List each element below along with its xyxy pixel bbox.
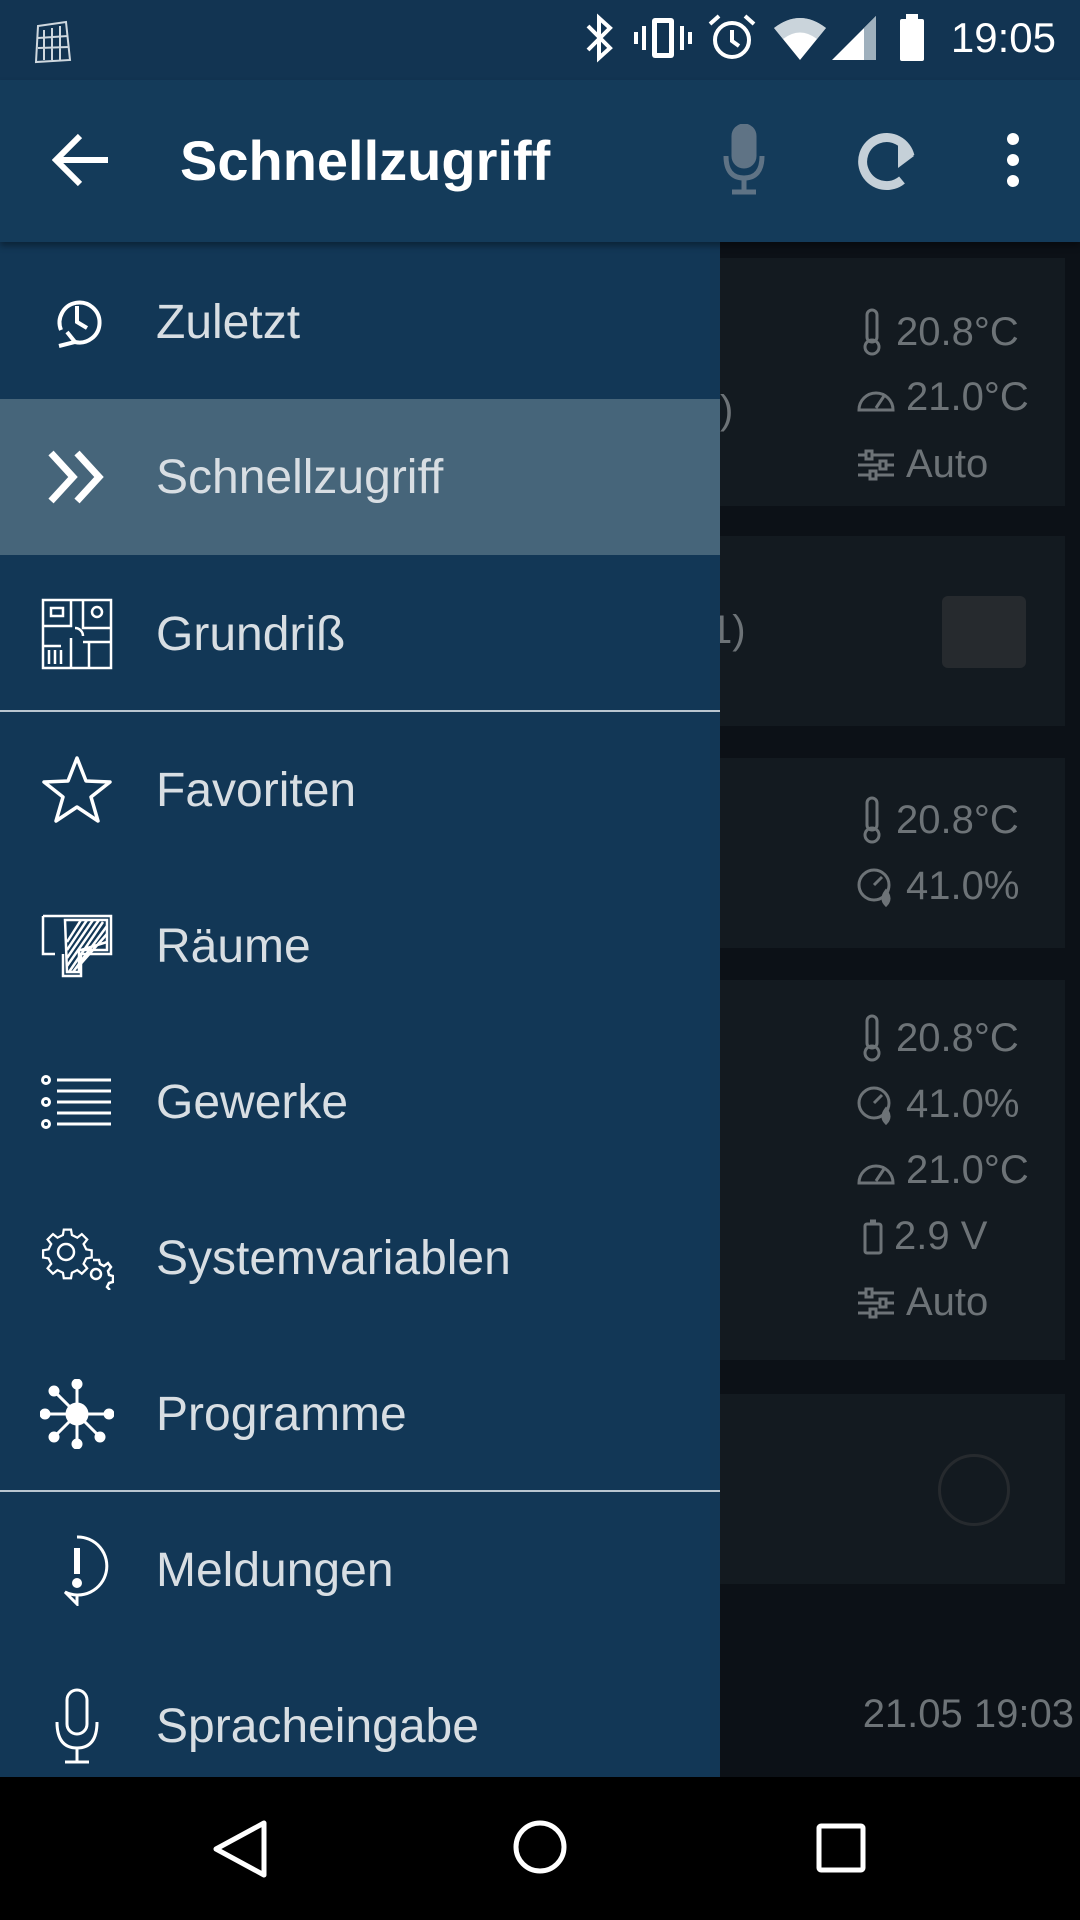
humidity-icon [857, 868, 891, 907]
drawer-item-systemvariablen[interactable]: Systemvariablen [0, 1180, 720, 1336]
gears-icon [38, 1219, 116, 1297]
card-mode: Auto [856, 1280, 988, 1325]
status-bar: 19:05 [0, 0, 1080, 80]
vibrate-icon [634, 12, 692, 69]
recent-icon [38, 283, 116, 361]
drawer-item-zuletzt[interactable]: Zuletzt [0, 244, 720, 400]
wifi-icon [772, 12, 828, 69]
drawer-item-gewerke[interactable]: Gewerke [0, 1024, 720, 1180]
microphone-icon [38, 1687, 116, 1765]
back-arrow-icon[interactable] [51, 132, 112, 193]
battery-small-icon [863, 1219, 883, 1254]
recents-nav-icon[interactable] [816, 1823, 866, 1878]
drawer-item-grundriss[interactable]: Grundriß [0, 556, 720, 712]
refresh-icon[interactable] [852, 126, 922, 201]
navigation-drawer: Zuletzt Schnellzugriff Grundriß Favorite… [0, 242, 720, 1777]
app-bar: Schnellzugriff [0, 80, 1080, 242]
humidity-icon [857, 1086, 891, 1125]
drawer-item-meldungen[interactable]: Meldungen [0, 1492, 720, 1648]
gauge-icon [857, 1164, 895, 1184]
card-battery: 2.9 V [862, 1214, 987, 1259]
card-setpoint: 21.0°C [856, 1148, 1029, 1193]
card-humidity: 41.0% [856, 1082, 1019, 1127]
gauge-icon [857, 391, 895, 411]
card-partial-text: ) [720, 388, 734, 432]
drawer-item-raeume[interactable]: Räume [0, 868, 720, 1024]
floorplan-icon [38, 595, 116, 673]
more-vert-icon[interactable] [1003, 132, 1023, 193]
app-notification-icon [32, 20, 74, 69]
thermometer-icon [863, 308, 881, 356]
rooms-icon [38, 907, 116, 985]
card-mode: Auto [856, 442, 988, 487]
drawer-item-favoriten[interactable]: Favoriten [0, 712, 720, 868]
circle-button[interactable] [938, 1454, 1010, 1526]
card-temperature: 20.8°C [858, 1014, 1019, 1062]
toggle-switch[interactable] [942, 596, 1026, 668]
star-icon [38, 751, 116, 829]
sliders-icon [858, 449, 894, 480]
card-humidity: 41.0% [856, 864, 1019, 909]
drawer-item-schnellzugriff[interactable]: Schnellzugriff [0, 399, 720, 555]
alarm-icon [706, 12, 758, 69]
alert-icon [38, 1531, 116, 1609]
battery-icon [898, 12, 926, 69]
back-nav-icon[interactable] [212, 1819, 268, 1884]
card-temperature: 20.8°C [858, 308, 1019, 356]
status-time: 19:05 [950, 14, 1056, 61]
last-update-timestamp: 21.05 19:03 [862, 1692, 1074, 1736]
card-setpoint: 21.0°C [856, 375, 1029, 420]
home-nav-icon[interactable] [512, 1819, 568, 1880]
list-icon [38, 1063, 116, 1141]
system-nav-bar [0, 1777, 1080, 1920]
thermometer-icon [863, 796, 881, 844]
network-icon [38, 1375, 116, 1453]
page-title: Schnellzugriff [180, 129, 551, 192]
thermometer-icon [863, 1014, 881, 1062]
drawer-item-spracheingabe[interactable]: Spracheingabe [0, 1648, 720, 1777]
bluetooth-icon [582, 12, 618, 69]
drawer-item-programme[interactable]: Programme [0, 1336, 720, 1492]
microphone-icon[interactable] [722, 123, 766, 201]
double-chevron-icon [38, 438, 116, 516]
card-temperature: 20.8°C [858, 796, 1019, 844]
sliders-icon [858, 1287, 894, 1318]
signal-icon [832, 12, 876, 69]
